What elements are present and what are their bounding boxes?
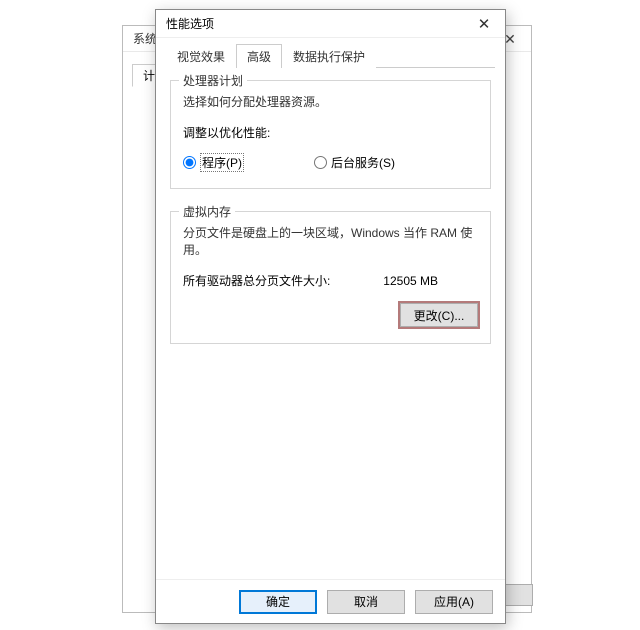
ok-button[interactable]: 确定 [239, 590, 317, 614]
tab-visual-effects[interactable]: 视觉效果 [166, 44, 236, 68]
dialog-footer: 确定 取消 应用(A) [156, 579, 505, 623]
titlebar: 性能选项 ✕ [156, 10, 505, 38]
radio-services-label: 后台服务(S) [331, 154, 395, 171]
vm-desc: 分页文件是硬盘上的一块区域，Windows 当作 RAM 使用。 [183, 224, 478, 258]
group-processor-scheduling: 处理器计划 选择如何分配处理器资源。 调整以优化性能: 程序(P) 后台服务(S… [170, 80, 491, 189]
group-legend: 处理器计划 [179, 72, 247, 89]
processor-desc: 选择如何分配处理器资源。 [183, 93, 478, 110]
group-virtual-memory: 虚拟内存 分页文件是硬盘上的一块区域，Windows 当作 RAM 使用。 所有… [170, 211, 491, 344]
radio-row: 程序(P) 后台服务(S) [183, 153, 478, 172]
tab-label: 视觉效果 [177, 50, 225, 64]
apply-button[interactable]: 应用(A) [415, 590, 493, 614]
tab-label: 高级 [247, 50, 271, 64]
tab-advanced[interactable]: 高级 [236, 44, 282, 68]
change-button-label: 更改(C)... [414, 309, 465, 323]
bg-title-text: 系统 [133, 30, 157, 47]
cancel-button[interactable]: 取消 [327, 590, 405, 614]
ok-label: 确定 [266, 595, 290, 609]
tab-dep[interactable]: 数据执行保护 [282, 44, 376, 68]
content-area: 处理器计划 选择如何分配处理器资源。 调整以优化性能: 程序(P) 后台服务(S… [156, 68, 505, 579]
change-button[interactable]: 更改(C)... [400, 303, 478, 327]
tab-label: 数据执行保护 [293, 50, 365, 64]
dialog-title: 性能选项 [166, 15, 214, 32]
vm-total-row: 所有驱动器总分页文件大小: 12505 MB [183, 272, 478, 289]
radio-background-services[interactable]: 后台服务(S) [314, 154, 395, 171]
cancel-label: 取消 [354, 595, 378, 609]
radio-programs[interactable]: 程序(P) [183, 153, 244, 172]
radio-services-input[interactable] [314, 156, 327, 169]
vm-total-value: 12505 MB [383, 274, 478, 288]
apply-label: 应用(A) [434, 595, 474, 609]
group-legend: 虚拟内存 [179, 203, 235, 220]
vm-total-label: 所有驱动器总分页文件大小: [183, 272, 330, 289]
tab-strip: 视觉效果 高级 数据执行保护 [156, 38, 505, 68]
performance-options-dialog: 性能选项 ✕ 视觉效果 高级 数据执行保护 处理器计划 选择如何分配处理器资源。… [155, 9, 506, 624]
radio-programs-input[interactable] [183, 156, 196, 169]
change-wrap: 更改(C)... [183, 303, 478, 327]
adjust-label: 调整以优化性能: [183, 124, 478, 141]
close-button[interactable]: ✕ [463, 10, 505, 38]
radio-programs-label: 程序(P) [200, 153, 244, 172]
close-icon: ✕ [478, 15, 491, 33]
